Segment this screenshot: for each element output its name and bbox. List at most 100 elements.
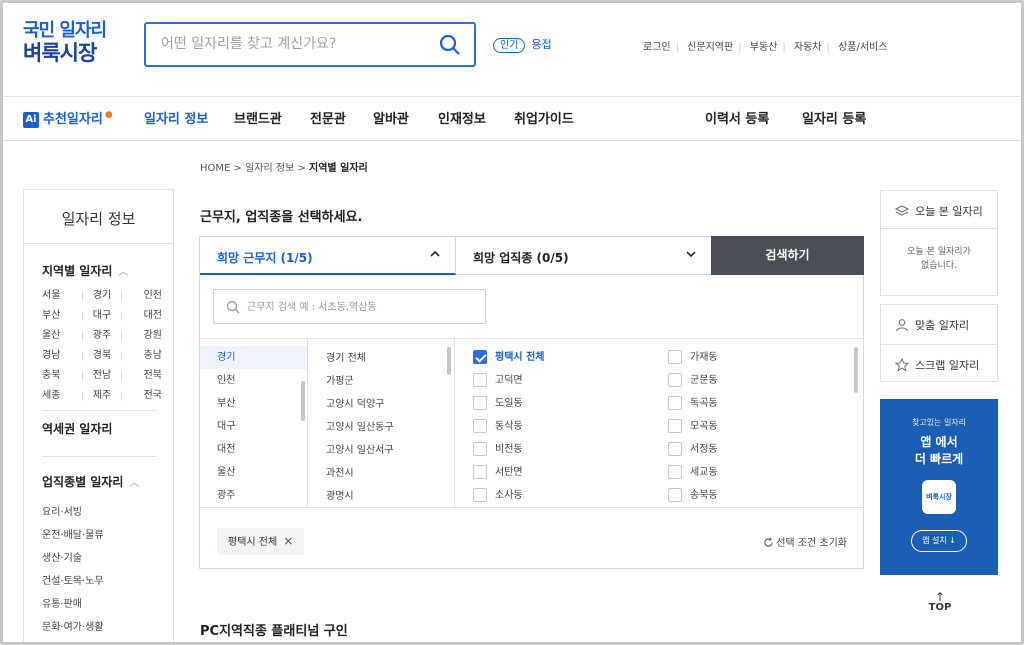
- dong-checkbox[interactable]: 도일동: [473, 395, 523, 418]
- dong-checkbox[interactable]: 모곡동: [668, 418, 718, 441]
- sigungu-item[interactable]: 고양시 일산서구: [309, 439, 454, 462]
- region-link[interactable]: 광주: [82, 331, 122, 341]
- dong-label: 군문동: [690, 375, 718, 386]
- tab-region[interactable]: 희망 근무지 (1/5): [200, 237, 456, 275]
- sido-scrollbar[interactable]: [301, 381, 305, 421]
- car-link[interactable]: 자동차: [794, 42, 822, 53]
- nav-recommend[interactable]: Ai 추천일자리 ●: [23, 108, 113, 128]
- region-link[interactable]: 전남: [82, 371, 122, 381]
- job-type-link[interactable]: 유통·판매: [42, 595, 104, 618]
- sigungu-item[interactable]: 광명시: [309, 485, 454, 507]
- region-link[interactable]: 충북: [42, 370, 82, 390]
- breadcrumb-parent[interactable]: 일자리 정보: [245, 163, 294, 174]
- sido-item[interactable]: 대전: [200, 438, 307, 461]
- chevron-up-icon: ︿: [118, 267, 129, 278]
- popular-keyword[interactable]: 인기 용접: [493, 36, 552, 53]
- region-search-input[interactable]: [247, 297, 477, 317]
- dong-checkbox[interactable]: 소사동: [473, 487, 523, 507]
- newspaper-link[interactable]: 신문지역판: [687, 42, 733, 53]
- dong-checkbox[interactable]: 가재동: [668, 349, 718, 372]
- sido-item[interactable]: 울산: [200, 461, 307, 484]
- dong-checkbox[interactable]: 서정동: [668, 441, 718, 464]
- sigungu-item[interactable]: 가평군: [309, 370, 454, 393]
- region-link[interactable]: 경남: [42, 350, 82, 370]
- job-type-link[interactable]: 운전·배달·물류: [42, 526, 104, 549]
- sigungu-list[interactable]: 경기 전체 가평군 고양시 덕양구 고양시 일산동구 고양시 일산서구 과천시 …: [309, 339, 455, 507]
- sido-item[interactable]: 부산: [200, 392, 307, 415]
- search-icon[interactable]: [438, 33, 462, 57]
- region-link[interactable]: 서울: [42, 290, 82, 310]
- dong-label: 평택시 전체: [495, 352, 545, 363]
- tab-job-type[interactable]: 희망 업직종 (0/5): [456, 237, 711, 275]
- reset-button[interactable]: 선택 조건 초기화: [763, 534, 847, 549]
- sido-item[interactable]: 서울: [200, 339, 307, 346]
- dong-scrollbar[interactable]: [854, 347, 858, 393]
- dong-list[interactable]: 평택시 전체 고덕면 도일동 동삭동 비전동 서탄면 소사동 가재동 군문동 독…: [456, 339, 863, 507]
- sido-item[interactable]: 광주: [200, 484, 307, 507]
- nav-talent[interactable]: 인재정보: [438, 108, 486, 127]
- app-install-button[interactable]: 앱 설치 ↓: [911, 530, 967, 552]
- sigungu-scrollbar[interactable]: [447, 347, 451, 375]
- breadcrumb-home[interactable]: HOME: [200, 163, 230, 174]
- region-link[interactable]: 전국: [122, 390, 162, 410]
- goods-link[interactable]: 상품/서비스: [838, 42, 887, 53]
- region-link[interactable]: 대전: [122, 310, 162, 330]
- region-link[interactable]: 충남: [122, 350, 162, 370]
- dong-checkbox[interactable]: 동삭동: [473, 418, 523, 441]
- site-logo[interactable]: 국민 일자리 벼룩시장: [23, 20, 107, 64]
- region-link[interactable]: 강원: [122, 330, 162, 350]
- job-type-link[interactable]: 요리·서빙: [42, 503, 104, 526]
- sido-list[interactable]: 서울 경기 인천 부산 대구 대전 울산 광주: [200, 339, 308, 507]
- scrap-jobs-link[interactable]: 스크랩 일자리: [881, 344, 997, 383]
- realestate-link[interactable]: 부동산: [750, 42, 778, 53]
- sigungu-item[interactable]: 경기 전체: [309, 347, 454, 370]
- dong-label: 고덕면: [495, 375, 523, 386]
- region-link[interactable]: 인천: [122, 290, 162, 310]
- dong-checkbox[interactable]: 독곡동: [668, 395, 718, 418]
- region-link[interactable]: 부산: [42, 310, 82, 330]
- region-link[interactable]: 전북: [122, 370, 162, 390]
- dong-checkbox[interactable]: 군문동: [668, 372, 718, 395]
- region-link[interactable]: 울산: [42, 330, 82, 350]
- dong-checkbox[interactable]: 서탄면: [473, 464, 523, 487]
- sigungu-item[interactable]: 고양시 일산동구: [309, 416, 454, 439]
- sido-item[interactable]: 인천: [200, 369, 307, 392]
- reset-label: 선택 조건 초기화: [776, 538, 847, 549]
- nav-brand[interactable]: 브랜드관: [234, 108, 282, 127]
- checkbox-icon: [668, 419, 682, 433]
- job-type-link[interactable]: 생산·기술: [42, 549, 104, 572]
- station-jobs-link[interactable]: 역세권 일자리: [42, 420, 112, 437]
- region-link[interactable]: 제주: [82, 391, 122, 401]
- search-button[interactable]: 검색하기: [711, 236, 864, 275]
- sido-item-selected[interactable]: 경기: [200, 346, 307, 369]
- nav-expert[interactable]: 전문관: [310, 108, 346, 127]
- match-jobs-link[interactable]: 맞춤 일자리: [881, 305, 997, 344]
- nav-job-info[interactable]: 일자리 정보: [144, 108, 208, 127]
- dong-checkbox[interactable]: 고덕면: [473, 372, 523, 395]
- sigungu-item[interactable]: 과천시: [309, 462, 454, 485]
- dong-checkbox[interactable]: 비전동: [473, 441, 523, 464]
- search-input[interactable]: [161, 24, 431, 64]
- region-link[interactable]: 세종: [42, 390, 82, 410]
- close-icon[interactable]: ×: [283, 534, 293, 548]
- nav-albachon[interactable]: 알바관: [373, 108, 409, 127]
- region-jobs-heading[interactable]: 지역별 일자리 ︿: [42, 262, 128, 279]
- region-link[interactable]: 경기: [82, 291, 122, 301]
- app-banner[interactable]: 찾고있는 일자리 앱 에서 더 빠르게 벼룩시장 앱 설치 ↓: [880, 399, 998, 575]
- job-type-link[interactable]: 건설·토목·노무: [42, 572, 104, 595]
- sido-item[interactable]: 대구: [200, 415, 307, 438]
- region-link[interactable]: 대구: [82, 311, 122, 321]
- nav-guide[interactable]: 취업가이드: [514, 108, 574, 127]
- sigungu-item[interactable]: 고양시 덕양구: [309, 393, 454, 416]
- nav-job-register[interactable]: 일자리 등록: [802, 108, 866, 127]
- scroll-top-button[interactable]: ↑ TOP: [922, 591, 958, 613]
- login-link[interactable]: 로그인: [643, 42, 671, 53]
- job-type-link[interactable]: 문화·여가·생활: [42, 618, 104, 641]
- dong-checkbox[interactable]: 송북동: [668, 487, 718, 507]
- job-type-heading[interactable]: 업직종별 일자리 ︿: [42, 473, 139, 490]
- region-link[interactable]: 경북: [82, 351, 122, 361]
- dong-checkbox-checked[interactable]: 평택시 전체: [473, 349, 544, 372]
- dong-checkbox[interactable]: 세교동: [668, 464, 718, 487]
- recent-jobs-header[interactable]: 오늘 본 일자리: [881, 191, 997, 229]
- nav-resume-register[interactable]: 이력서 등록: [705, 108, 769, 127]
